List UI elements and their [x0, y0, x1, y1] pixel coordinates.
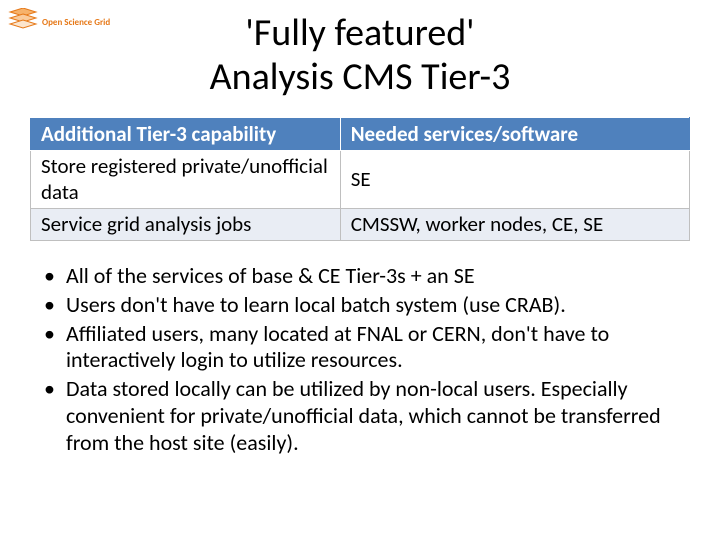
list-item: Affiliated users, many located at FNAL o… — [42, 321, 678, 375]
bullet-list: All of the services of base & CE Tier-3s… — [42, 263, 678, 457]
list-item: Users don't have to learn local batch sy… — [42, 292, 678, 319]
logo: Open Science Grid — [8, 8, 110, 37]
table-header-row: Additional Tier-3 capability Needed serv… — [31, 118, 690, 151]
table-cell: Store registered private/unofficial data — [31, 151, 341, 208]
table-cell: CMSSW, worker nodes, CE, SE — [340, 208, 689, 240]
table-header-services: Needed services/software — [340, 118, 689, 151]
list-item: Data stored locally can be utilized by n… — [42, 376, 678, 456]
capability-table: Additional Tier-3 capability Needed serv… — [30, 117, 690, 241]
title-line2: Analysis CMS Tier-3 — [210, 54, 511, 100]
logo-text: Open Science Grid — [42, 18, 110, 27]
table-row: Store registered private/unofficial data… — [31, 151, 690, 208]
table-cell: SE — [340, 151, 689, 208]
osg-logo-icon — [8, 8, 38, 37]
table-cell: Service grid analysis jobs — [31, 208, 341, 240]
list-item: All of the services of base & CE Tier-3s… — [42, 263, 678, 290]
table-row: Service grid analysis jobs CMSSW, worker… — [31, 208, 690, 240]
table-header-capability: Additional Tier-3 capability — [31, 118, 341, 151]
title-line1: 'Fully featured' — [245, 10, 474, 56]
